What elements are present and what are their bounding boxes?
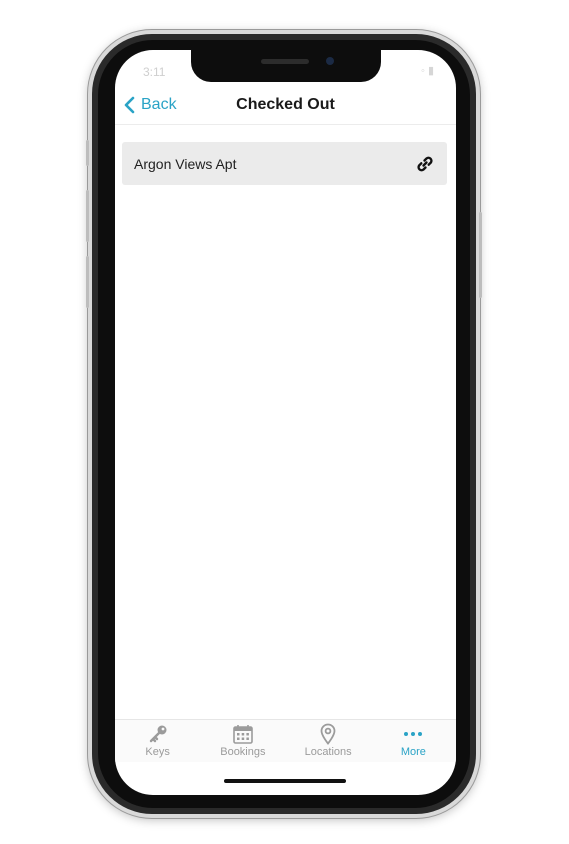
- speaker: [261, 59, 309, 64]
- more-dots-icon: [404, 732, 423, 736]
- volume-down-button: [86, 256, 89, 308]
- tab-bookings[interactable]: Bookings: [208, 720, 278, 762]
- tab-label: Keys: [145, 746, 170, 758]
- phone-screen: 3:11 ◦ ▮ Back Checked Out Argon Views Ap…: [115, 50, 456, 795]
- link-icon[interactable]: [415, 154, 435, 174]
- silent-switch: [86, 140, 89, 166]
- tab-more[interactable]: More: [378, 720, 448, 762]
- location-pin-icon: [320, 723, 336, 745]
- calendar-icon: [233, 725, 253, 744]
- checked-out-list: Argon Views Apt: [122, 142, 447, 185]
- front-camera: [326, 57, 334, 65]
- page-title: Checked Out: [236, 96, 335, 113]
- tab-locations[interactable]: Locations: [293, 720, 363, 762]
- power-button: [479, 212, 482, 298]
- tab-label: Bookings: [220, 746, 266, 758]
- list-item-argon-views-apt[interactable]: Argon Views Apt: [122, 142, 447, 185]
- status-time: 3:11: [143, 65, 166, 79]
- home-indicator[interactable]: [224, 779, 346, 783]
- status-icons: ◦ ▮: [420, 65, 434, 77]
- key-icon: [149, 725, 167, 743]
- tab-label: More: [400, 746, 426, 758]
- tab-label: Locations: [304, 746, 352, 758]
- volume-up-button: [86, 190, 89, 242]
- list-item-label: Argon Views Apt: [134, 155, 237, 172]
- tab-keys[interactable]: Keys: [123, 720, 193, 762]
- tab-bar: Keys Bookings Locations More: [115, 719, 456, 762]
- navigation-bar: Back Checked Out: [115, 88, 456, 125]
- notch: [191, 50, 381, 82]
